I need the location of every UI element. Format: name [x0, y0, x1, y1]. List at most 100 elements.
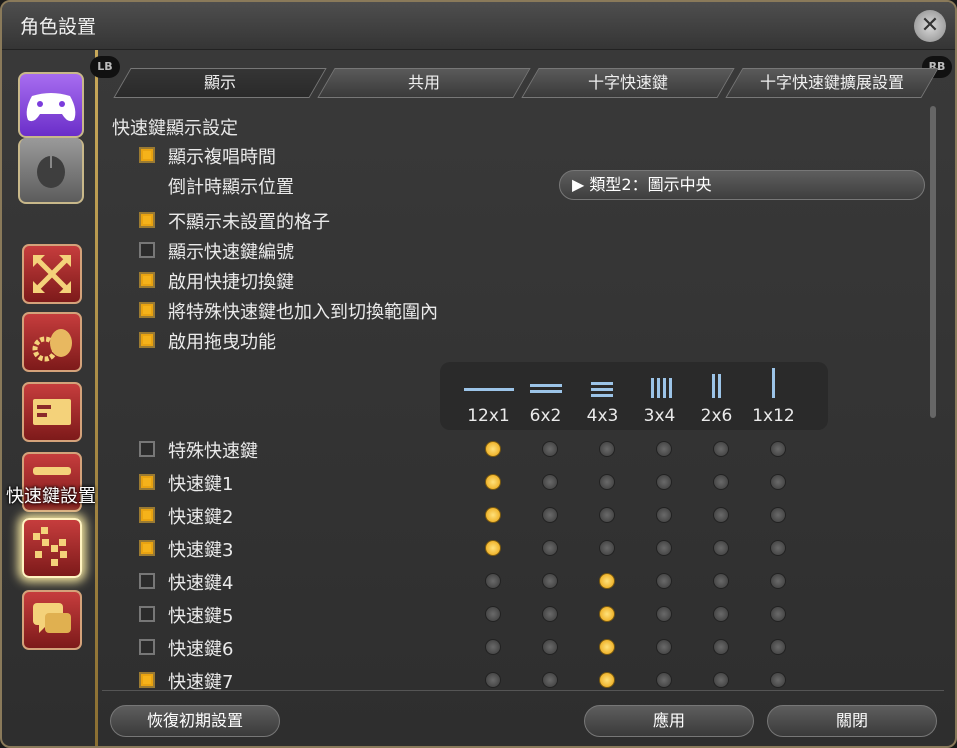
- layout-radio[interactable]: [542, 672, 558, 688]
- layout-radio[interactable]: [713, 606, 729, 622]
- layout-radio[interactable]: [770, 672, 786, 688]
- hotbar-row: 快速鍵3: [102, 533, 944, 563]
- layout-radio[interactable]: [542, 639, 558, 655]
- title-bar: 角色設置 ✕: [2, 2, 955, 50]
- layout-radio[interactable]: [599, 672, 615, 688]
- layout-radio[interactable]: [713, 441, 729, 457]
- layout-radio[interactable]: [656, 573, 672, 589]
- layout-radio[interactable]: [656, 639, 672, 655]
- option-row[interactable]: 啟用快捷切換鍵: [102, 265, 944, 295]
- hotbar-checkbox[interactable]: [139, 441, 155, 457]
- hotbar-label: 特殊快速鍵: [168, 441, 258, 462]
- reset-button[interactable]: 恢復初期設置: [110, 705, 280, 737]
- layout-radio[interactable]: [542, 474, 558, 490]
- layout-radio[interactable]: [770, 441, 786, 457]
- layout-radio[interactable]: [656, 507, 672, 523]
- layout-radio[interactable]: [485, 441, 501, 457]
- layout-radio[interactable]: [599, 606, 615, 622]
- mouse-mode-button[interactable]: [18, 138, 84, 204]
- layout-radio[interactable]: [485, 606, 501, 622]
- hotbar-checkbox[interactable]: [139, 606, 155, 622]
- close-icon[interactable]: ✕: [914, 10, 946, 42]
- apply-button[interactable]: 應用: [584, 705, 754, 737]
- hotbar-label: 快速鍵6: [168, 639, 234, 660]
- sidebar-item-gear[interactable]: [22, 312, 82, 372]
- layout-radio[interactable]: [713, 672, 729, 688]
- option-checkbox[interactable]: [139, 212, 155, 228]
- layout-label: 4x3: [586, 406, 619, 426]
- option-row[interactable]: 啟用拖曳功能: [102, 325, 944, 355]
- option-label: 將特殊快速鍵也加入到切換範圍內: [168, 302, 438, 323]
- layout-radio[interactable]: [713, 474, 729, 490]
- layout-radio[interactable]: [770, 639, 786, 655]
- settings-content: 快速鍵顯示設定 顯示複唱時間 倒計時顯示位置 ▶ 類型2：圖示中央 不顯示未設置…: [102, 102, 944, 690]
- character-config-window: 角色設置 ✕ 快速鍵設置 LB RB 顯示 共用 十字快速鍵 十字快速鍵擴展設置…: [0, 0, 957, 748]
- layout-radio[interactable]: [656, 672, 672, 688]
- layout-radio[interactable]: [770, 507, 786, 523]
- layout-radio[interactable]: [770, 573, 786, 589]
- layout-radio[interactable]: [485, 573, 501, 589]
- countdown-position-dropdown[interactable]: ▶ 類型2：圖示中央: [559, 170, 925, 200]
- hotbar-checkbox[interactable]: [139, 474, 155, 490]
- option-row[interactable]: 不顯示未設置的格子: [102, 205, 944, 235]
- hotbar-checkbox[interactable]: [139, 672, 155, 688]
- hotbar-checkbox[interactable]: [139, 639, 155, 655]
- layout-radio[interactable]: [542, 540, 558, 556]
- layout-radio[interactable]: [485, 507, 501, 523]
- option-checkbox[interactable]: [139, 242, 155, 258]
- layout-radio[interactable]: [770, 474, 786, 490]
- sidebar-item-layout[interactable]: [22, 244, 82, 304]
- option-row[interactable]: 顯示複唱時間: [102, 140, 944, 170]
- layout-radio[interactable]: [542, 573, 558, 589]
- layout-4x3-icon: [591, 382, 613, 397]
- layout-radio[interactable]: [713, 540, 729, 556]
- layout-radio[interactable]: [599, 441, 615, 457]
- layout-column: 3x4: [631, 362, 688, 430]
- sidebar-item-chat[interactable]: [22, 590, 82, 650]
- layout-2x6-icon: [712, 374, 721, 398]
- gamepad-icon: [26, 93, 76, 122]
- layout-radio[interactable]: [656, 540, 672, 556]
- layout-radio[interactable]: [599, 540, 615, 556]
- hotbar-checkbox[interactable]: [139, 507, 155, 523]
- hotbar-checkbox[interactable]: [139, 540, 155, 556]
- layout-radio[interactable]: [770, 540, 786, 556]
- close-button[interactable]: 關閉: [767, 705, 937, 737]
- layout-radio[interactable]: [656, 441, 672, 457]
- layout-radio[interactable]: [599, 507, 615, 523]
- layout-radio[interactable]: [713, 639, 729, 655]
- tab-shared[interactable]: 共用: [317, 68, 531, 98]
- sidebar-item-card[interactable]: [22, 382, 82, 442]
- layout-radio[interactable]: [713, 573, 729, 589]
- sidebar-item-hotbar[interactable]: [22, 518, 82, 578]
- option-checkbox[interactable]: [139, 272, 155, 288]
- hotbar-checkbox[interactable]: [139, 573, 155, 589]
- layout-radio[interactable]: [599, 474, 615, 490]
- layout-radio[interactable]: [599, 639, 615, 655]
- layout-radio[interactable]: [485, 672, 501, 688]
- option-checkbox[interactable]: [139, 332, 155, 348]
- tab-cross-hotbar[interactable]: 十字快速鍵: [521, 68, 735, 98]
- layout-radio[interactable]: [542, 606, 558, 622]
- option-row[interactable]: 顯示快速鍵編號: [102, 235, 944, 265]
- gamepad-mode-button[interactable]: [18, 72, 84, 138]
- option-row[interactable]: 將特殊快速鍵也加入到切換範圍內: [102, 295, 944, 325]
- tab-cross-hotbar-ext[interactable]: 十字快速鍵擴展設置: [725, 68, 939, 98]
- layout-radio[interactable]: [656, 606, 672, 622]
- content-scrollbar[interactable]: [930, 106, 936, 418]
- tab-display[interactable]: 顯示: [113, 68, 327, 98]
- layout-radio[interactable]: [485, 639, 501, 655]
- layout-radio[interactable]: [542, 507, 558, 523]
- layout-radio[interactable]: [485, 540, 501, 556]
- layout-radio[interactable]: [599, 573, 615, 589]
- option-checkbox[interactable]: [139, 302, 155, 318]
- hotbar-label: 快速鍵1: [168, 474, 234, 495]
- layout-radio[interactable]: [485, 474, 501, 490]
- layout-radio[interactable]: [542, 441, 558, 457]
- layout-radio[interactable]: [656, 474, 672, 490]
- layout-radio[interactable]: [713, 507, 729, 523]
- layout-radio[interactable]: [770, 606, 786, 622]
- option-checkbox[interactable]: [139, 147, 155, 163]
- hotbar-label: 快速鍵5: [168, 606, 234, 627]
- hotbar-icon: [33, 527, 67, 566]
